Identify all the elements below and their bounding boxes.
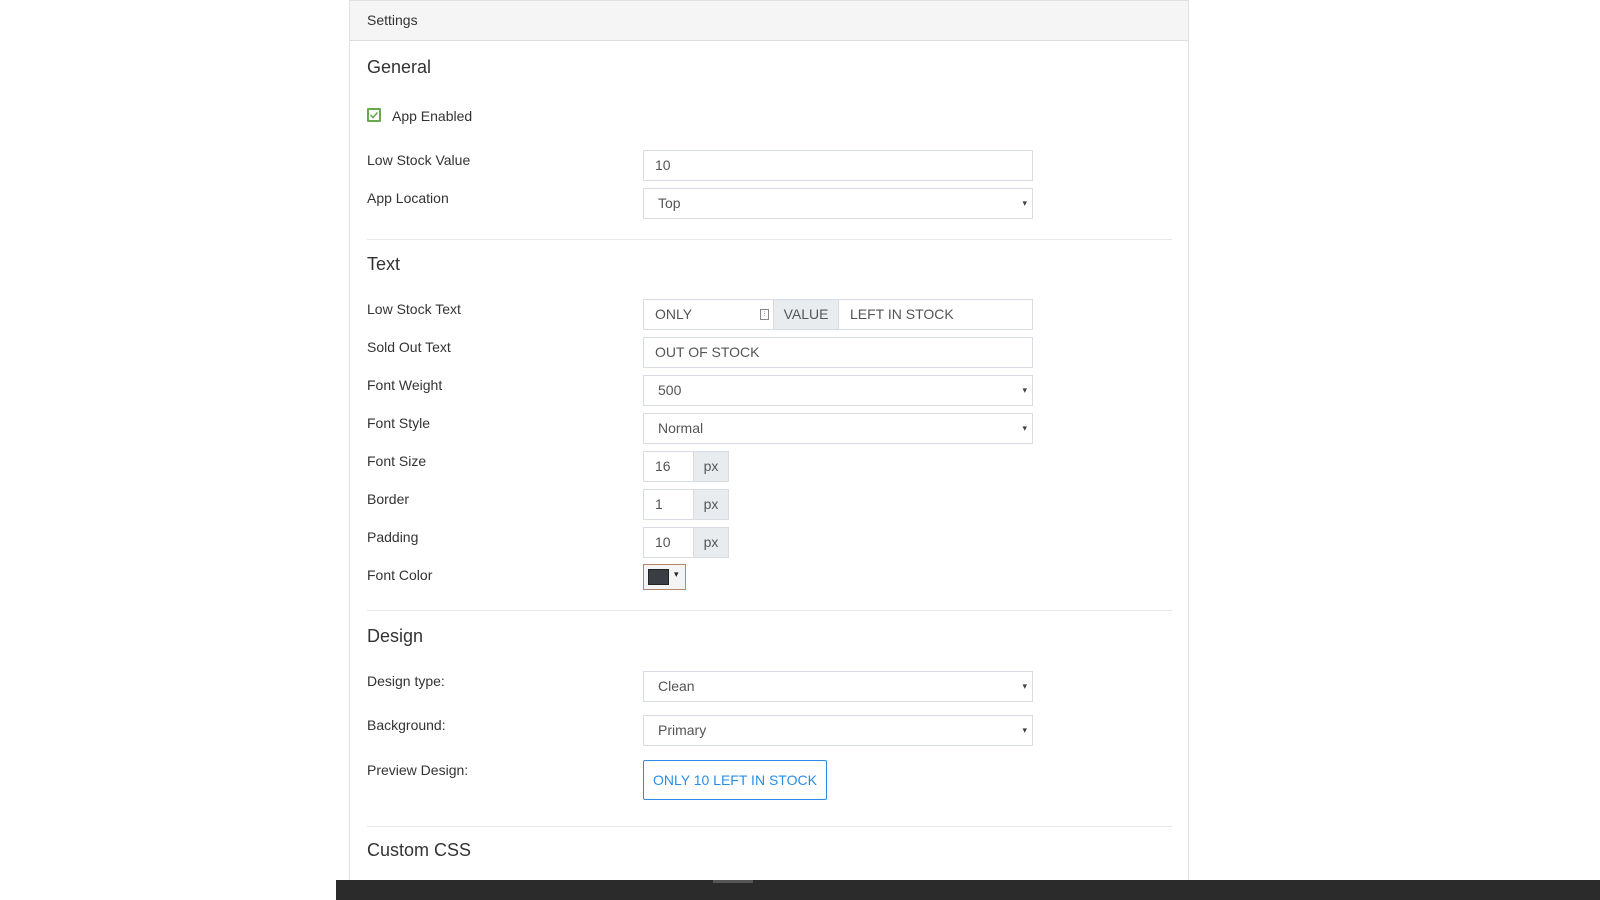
font-weight-label: Font Weight [367,377,443,393]
preview-design-badge: ONLY 10 LEFT IN STOCK [643,760,827,800]
font-style-label: Font Style [367,415,431,431]
chevron-down-icon: ▾ [1022,385,1027,395]
border-input[interactable]: 1 [644,490,694,519]
low-stock-text-suffix-input[interactable]: LEFT IN STOCK [839,300,1032,329]
section-title-custom-css: Custom CSS [367,840,472,860]
padding-label: Padding [367,529,419,545]
scrollbar-thumb[interactable] [713,880,753,883]
app-location-value: Top [658,195,681,211]
panel-header: Settings [350,0,1188,41]
font-size-group: 16 px [643,451,729,482]
border-unit: px [694,490,728,519]
chevron-down-icon: ▾ [674,569,679,579]
chevron-down-icon: ▾ [1022,725,1027,735]
low-stock-text-prefix-input[interactable]: ONLY ⁝ [644,300,774,329]
low-stock-text-label: Low Stock Text [367,301,461,317]
sold-out-text-label: Sold Out Text [367,339,451,355]
low-stock-text-group: ONLY ⁝ VALUE LEFT IN STOCK [643,299,1033,330]
border-label: Border [367,491,410,507]
app-enabled-label[interactable]: App Enabled [392,108,472,124]
padding-input[interactable]: 10 [644,528,694,557]
background-value: Primary [658,722,707,738]
chevron-down-icon: ▾ [1022,681,1027,691]
section-title-text: Text [367,254,401,274]
chevron-down-icon: ▾ [1022,198,1027,208]
font-weight-select[interactable]: 500 ▾ [643,375,1033,406]
check-icon [369,111,379,119]
sold-out-text-input[interactable]: OUT OF STOCK [643,337,1033,368]
app-location-label: App Location [367,190,449,206]
font-size-unit: px [694,452,728,481]
font-size-label: Font Size [367,453,427,469]
design-type-label: Design type: [367,673,445,689]
low-stock-value-input[interactable]: 10 [643,150,1033,181]
padding-unit: px [694,528,728,557]
font-style-value: Normal [658,420,704,436]
design-type-value: Clean [658,678,695,694]
design-type-select[interactable]: Clean ▾ [643,671,1033,702]
low-stock-value-label: Low Stock Value [367,152,471,168]
font-style-select[interactable]: Normal ▾ [643,413,1033,444]
font-size-input[interactable]: 16 [644,452,694,481]
color-swatch [648,569,669,585]
section-title-general: General [367,57,432,77]
font-weight-value: 500 [658,382,682,398]
low-stock-value-placeholder: VALUE [774,300,839,329]
background-select[interactable]: Primary ▾ [643,715,1033,746]
background-label: Background: [367,717,446,733]
padding-group: 10 px [643,527,729,558]
border-group: 1 px [643,489,729,520]
app-location-select[interactable]: Top ▾ [643,188,1033,219]
chevron-down-icon: ▾ [1022,423,1027,433]
divider [367,610,1172,611]
section-title-design: Design [367,626,424,646]
low-stock-text-prefix: ONLY [655,306,693,322]
font-color-picker[interactable]: ▾ [643,564,686,590]
font-color-label: Font Color [367,567,433,583]
app-enabled-checkbox[interactable] [367,108,381,122]
preview-design-label: Preview Design: [367,762,469,778]
horizontal-scrollbar[interactable] [336,880,1600,900]
divider [367,826,1172,827]
field-options-icon[interactable]: ⁝ [760,309,769,320]
divider [367,239,1172,240]
settings-panel: Settings General App Enabled Low Stock V… [349,0,1189,900]
